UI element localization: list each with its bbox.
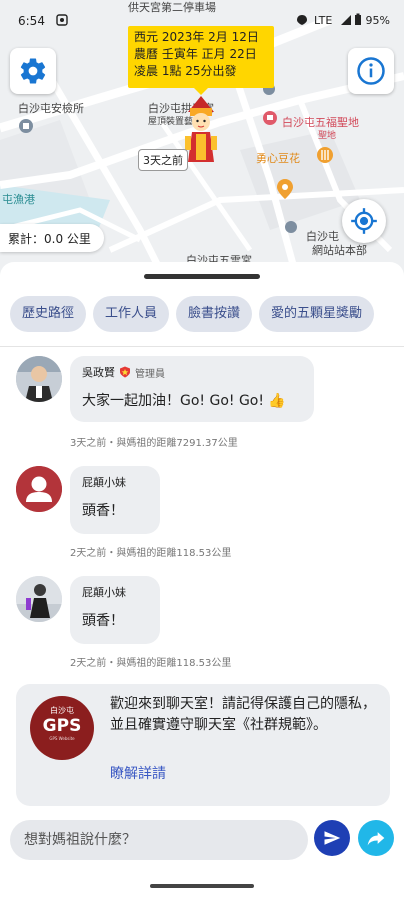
gear-icon bbox=[20, 58, 46, 84]
message-bubble[interactable]: 屁顛小妹 頭香！ bbox=[70, 466, 160, 534]
tooltip-line-time: 凌晨 1點 25分出發 bbox=[134, 64, 237, 78]
message-meta: 2天之前・與媽祖的距離118.53公里 bbox=[70, 658, 232, 669]
gps-logo-main-text: GPS bbox=[42, 716, 82, 736]
crosshair-icon bbox=[351, 208, 377, 234]
message-meta: 3天之前・與媽祖的距離7291.37公里 bbox=[70, 438, 238, 449]
message-bubble[interactable]: 吳政賢 管理員 大家一起加油！Go! Go! Go! 👍 bbox=[70, 356, 314, 422]
battery-percent: 95% bbox=[365, 14, 390, 27]
sender-name: 屁顛小妹 bbox=[82, 586, 126, 599]
map-label-station: 網站站本部 bbox=[312, 244, 367, 257]
map-label-police: 白沙屯安檢所 bbox=[18, 102, 84, 115]
message-text: 頭香！ bbox=[82, 613, 124, 629]
building-pin-icon bbox=[285, 221, 297, 233]
learn-more-link[interactable]: 瞭解詳請 bbox=[110, 763, 166, 783]
chip-five-star-reward[interactable]: 愛的五顆星獎勵 bbox=[259, 296, 375, 332]
info-button[interactable] bbox=[348, 48, 394, 94]
message-bubble[interactable]: 屁顛小妹 頭香！ bbox=[70, 576, 160, 644]
message-meta: 2天之前・與媽祖的距離118.53公里 bbox=[70, 548, 232, 559]
gps-logo-bottom-text: GPS Website bbox=[49, 736, 75, 741]
status-time: 6:54 bbox=[18, 14, 45, 28]
days-ago-tag: 3天之前 bbox=[138, 149, 188, 171]
message-input[interactable]: 想對媽祖說什麼？ bbox=[10, 820, 308, 860]
signal-icon bbox=[341, 15, 351, 25]
gps-logo: 白沙屯 GPS GPS Website bbox=[30, 696, 94, 760]
sender-row: 屁顛小妹 bbox=[82, 584, 148, 600]
tooltip-line-gregorian: 西元 2023年 2月 12日 bbox=[134, 30, 259, 44]
tooltip-line-lunar: 農曆 壬寅年 正月 22日 bbox=[134, 47, 257, 61]
send-icon bbox=[324, 831, 341, 845]
welcome-message: 歡迎來到聊天室！請記得保護自己的隱私，並且確實遵守聊天室《社群規範》。 bbox=[110, 696, 376, 733]
message-text: 頭香！ bbox=[82, 503, 124, 519]
message-text: 大家一起加油！Go! Go! Go! 👍 bbox=[82, 393, 286, 409]
total-distance-pill: 累計：0.0 公里 bbox=[0, 224, 104, 252]
chip-facebook-like[interactable]: 臉書按讚 bbox=[176, 296, 253, 332]
settings-button[interactable] bbox=[10, 48, 56, 94]
welcome-card: 白沙屯 GPS GPS Website 歡迎來到聊天室！請記得保護自己的隱私，並… bbox=[16, 684, 390, 806]
network-type: LTE bbox=[314, 14, 333, 27]
share-button[interactable] bbox=[358, 820, 394, 856]
share-arrow-icon bbox=[367, 832, 385, 846]
send-button[interactable] bbox=[314, 820, 350, 856]
battery-icon bbox=[355, 13, 361, 25]
chip-history-path[interactable]: 歷史路徑 bbox=[10, 296, 87, 332]
default-person-icon bbox=[16, 466, 62, 512]
avatar[interactable] bbox=[16, 576, 62, 622]
avatar[interactable] bbox=[16, 356, 62, 402]
location-status-icon bbox=[297, 15, 307, 25]
sender-name: 吳政賢 bbox=[82, 366, 115, 379]
app-notification-icon bbox=[56, 14, 68, 26]
location-pin-icon bbox=[277, 179, 293, 199]
my-location-button[interactable] bbox=[342, 199, 386, 243]
food-pin-icon bbox=[317, 147, 333, 163]
police-pin-icon bbox=[19, 119, 33, 133]
info-icon bbox=[357, 57, 385, 85]
sheet-drag-handle[interactable] bbox=[144, 274, 260, 279]
chip-staff[interactable]: 工作人員 bbox=[93, 296, 170, 332]
user-photo-avatar bbox=[16, 576, 62, 622]
action-chips: 歷史路徑 工作人員 臉書按讚 愛的五顆星獎勵 bbox=[10, 296, 404, 334]
sheet-divider bbox=[0, 346, 404, 347]
gps-logo-top-text: 白沙屯 bbox=[50, 706, 74, 715]
temple-pin-icon bbox=[263, 111, 277, 125]
sender-row: 吳政賢 管理員 bbox=[82, 364, 302, 380]
home-indicator[interactable] bbox=[150, 884, 254, 888]
map-view[interactable]: 供天宮第二停車場 白沙屯安檢所 白沙屯拱天宮 屋頂裝置藝術 白沙屯五福聖地 聖地… bbox=[0, 0, 404, 290]
user-photo-avatar bbox=[16, 356, 62, 402]
admin-role-badge: 管理員 bbox=[135, 368, 165, 380]
admin-shield-icon bbox=[120, 366, 130, 378]
map-label-dessert: 勇心豆花 bbox=[256, 152, 300, 165]
avatar[interactable] bbox=[16, 466, 62, 512]
sender-row: 屁顛小妹 bbox=[82, 474, 148, 490]
map-label-harbor: 屯漁港 bbox=[2, 193, 35, 206]
sender-name: 屁顛小妹 bbox=[82, 476, 126, 489]
departure-date-tooltip: 西元 2023年 2月 12日 農曆 壬寅年 正月 22日 凌晨 1點 25分出… bbox=[128, 26, 274, 95]
map-label-saint-short: 聖地 bbox=[318, 131, 337, 141]
